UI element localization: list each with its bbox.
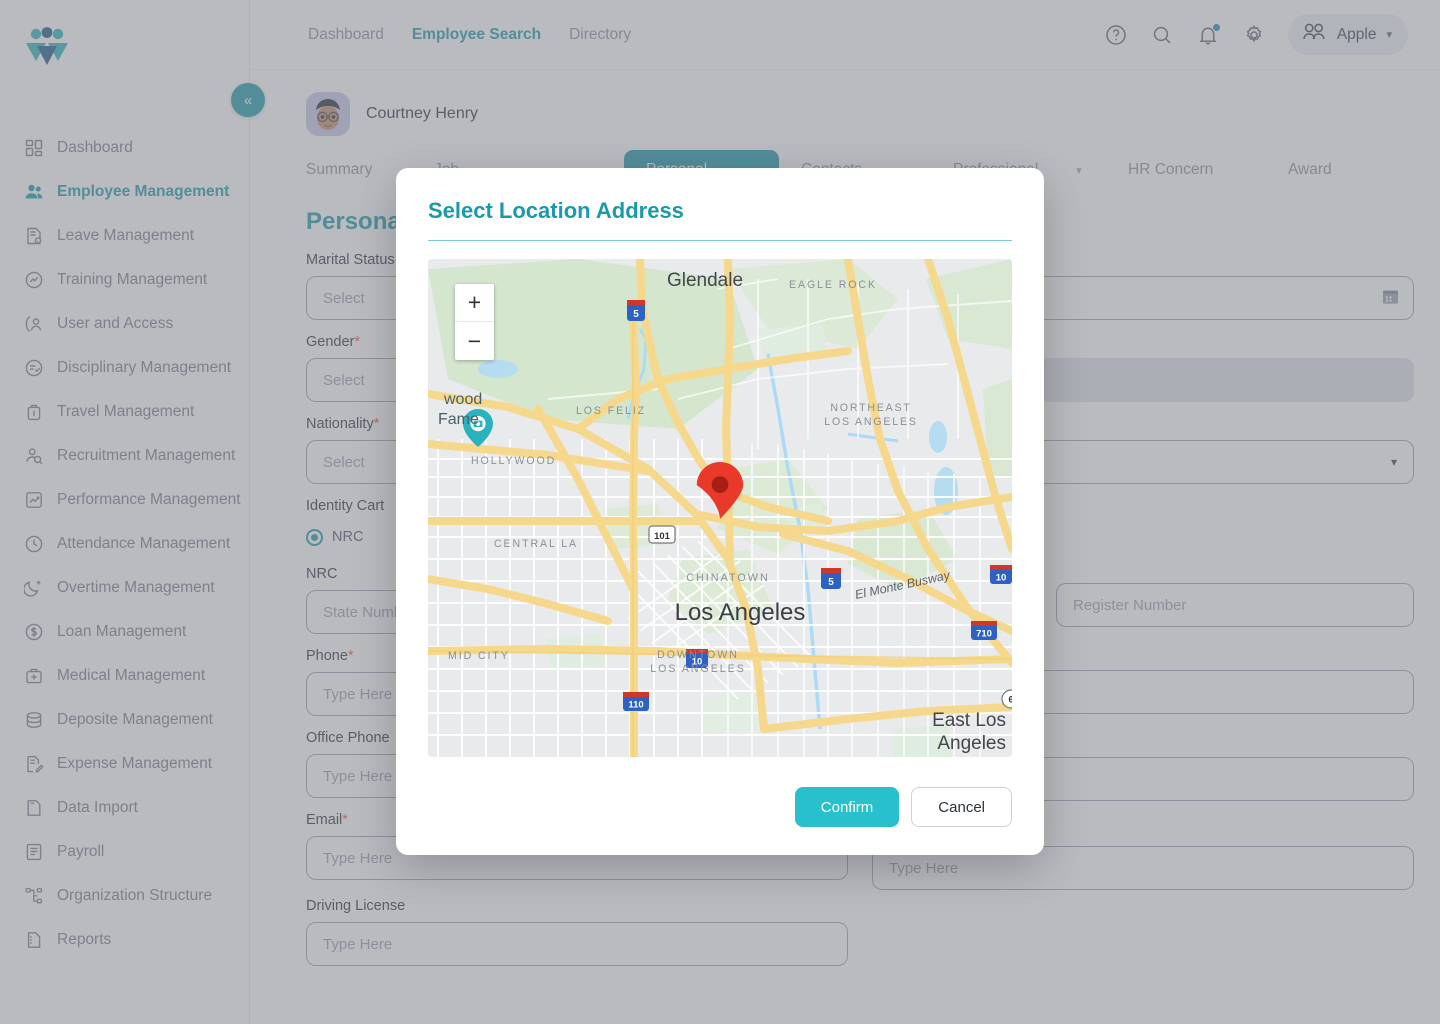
modal-title: Select Location Address — [428, 198, 684, 223]
svg-text:Angeles: Angeles — [937, 733, 1006, 754]
svg-text:MID CITY: MID CITY — [448, 650, 510, 662]
svg-text:LOS ANGELES: LOS ANGELES — [824, 416, 917, 428]
svg-text:CENTRAL LA: CENTRAL LA — [494, 538, 578, 550]
svg-text:5: 5 — [828, 577, 834, 588]
svg-text:110: 110 — [628, 700, 643, 711]
svg-text:NORTHEAST: NORTHEAST — [830, 402, 911, 414]
modal-divider — [428, 240, 1012, 241]
svg-text:Fame: Fame — [438, 411, 479, 428]
svg-text:LOS FELIZ: LOS FELIZ — [576, 405, 646, 417]
svg-text:5: 5 — [633, 309, 639, 320]
confirm-button[interactable]: Confirm — [794, 787, 900, 827]
svg-text:DOWNTOWN: DOWNTOWN — [657, 649, 739, 661]
svg-text:wood: wood — [443, 391, 482, 408]
svg-text:Glendale: Glendale — [667, 270, 743, 291]
svg-text:101: 101 — [654, 531, 671, 542]
svg-text:Los Angeles: Los Angeles — [675, 599, 806, 626]
svg-text:710: 710 — [976, 629, 992, 640]
map-zoom-out-button[interactable]: − — [455, 322, 494, 360]
svg-text:East Los: East Los — [932, 710, 1006, 731]
svg-text:HOLLYWOOD: HOLLYWOOD — [471, 455, 556, 467]
svg-text:EAGLE ROCK: EAGLE ROCK — [789, 279, 877, 291]
svg-text:10: 10 — [996, 573, 1007, 584]
svg-text:6: 6 — [1008, 695, 1012, 705]
modal-actions: Confirm Cancel — [794, 787, 1012, 827]
svg-text:CHINATOWN: CHINATOWN — [686, 572, 770, 584]
map-zoom-in-button[interactable]: + — [455, 284, 494, 322]
map-zoom-controls: + − — [455, 284, 494, 360]
svg-text:LOS ANGELES: LOS ANGELES — [650, 663, 746, 675]
cancel-button[interactable]: Cancel — [911, 787, 1012, 827]
location-map[interactable]: 5 101 5 10 710 10 110 6 Glendale EAGLE R… — [428, 259, 1012, 757]
select-location-modal: Select Location Address 5 101 5 10 710 1… — [396, 168, 1044, 855]
